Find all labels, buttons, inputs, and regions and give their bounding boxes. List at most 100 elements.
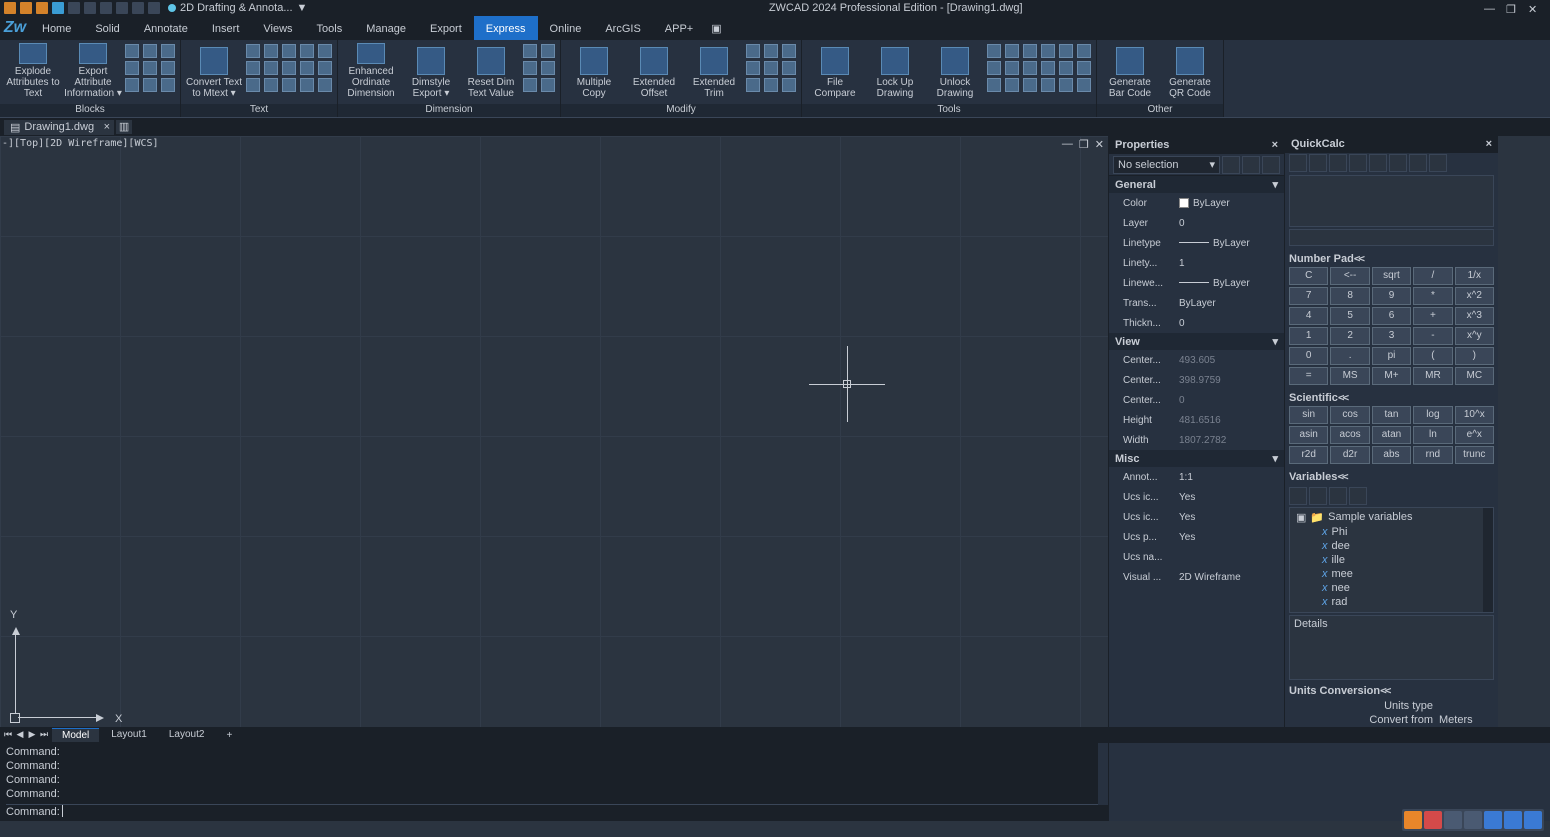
small-tool-button[interactable]	[142, 43, 158, 59]
extended-offset-button[interactable]: ExtendedOffset	[625, 43, 683, 101]
variable-item[interactable]: xdee	[1294, 539, 1489, 553]
small-tool-button[interactable]	[263, 60, 279, 76]
extended-trim-button[interactable]: ExtendedTrim	[685, 43, 743, 101]
close-icon[interactable]: ×	[1272, 139, 1278, 151]
qat-icon[interactable]	[20, 2, 32, 14]
property-value[interactable]: ByLayer	[1173, 238, 1278, 249]
close-viewport[interactable]: ✕	[1095, 138, 1104, 151]
small-tool-button[interactable]	[299, 43, 315, 59]
qat-icon[interactable]	[4, 2, 16, 14]
property-value[interactable]: 2D Wireframe	[1173, 572, 1278, 583]
property-value[interactable]: 1:1	[1173, 472, 1278, 483]
small-tool-button[interactable]	[522, 43, 538, 59]
property-row[interactable]: Ucs na...	[1109, 547, 1284, 567]
small-tool-button[interactable]	[299, 77, 315, 93]
drawing-canvas[interactable]: -][Top][2D Wireframe][WCS] — ❐ ✕ X Y	[0, 136, 1108, 727]
numpad-section-header[interactable]: Number Pad<<	[1285, 250, 1498, 267]
numpad-button[interactable]: 0	[1289, 347, 1328, 365]
numpad-button[interactable]: 4	[1289, 307, 1328, 325]
dimstyle-export-button[interactable]: DimstyleExport ▾	[402, 43, 460, 101]
numpad-button[interactable]: 5	[1330, 307, 1369, 325]
multiple-copy-button[interactable]: MultipleCopy	[565, 43, 623, 101]
property-value[interactable]: 1	[1173, 258, 1278, 269]
property-value[interactable]: Yes	[1173, 532, 1278, 543]
numpad-button[interactable]: MC	[1455, 367, 1494, 385]
numpad-button[interactable]: 9	[1372, 287, 1411, 305]
property-row[interactable]: LinetypeByLayer	[1109, 233, 1284, 253]
numpad-button[interactable]: x^3	[1455, 307, 1494, 325]
sci-button[interactable]: abs	[1372, 446, 1411, 464]
tab-views[interactable]: Views	[251, 16, 304, 40]
small-tool-button[interactable]	[1004, 43, 1020, 59]
property-row[interactable]: ColorByLayer	[1109, 193, 1284, 213]
property-value[interactable]: ByLayer	[1173, 278, 1278, 289]
small-tool-button[interactable]	[1058, 77, 1074, 93]
small-tool-button[interactable]	[1040, 60, 1056, 76]
command-input-line[interactable]: Command:	[6, 804, 1102, 819]
property-row[interactable]: Linewe...ByLayer	[1109, 273, 1284, 293]
property-row[interactable]: Trans...ByLayer	[1109, 293, 1284, 313]
variable-item[interactable]: xrad	[1294, 595, 1489, 609]
add-layout-tab[interactable]: +	[216, 729, 242, 742]
small-tool-button[interactable]	[1004, 60, 1020, 76]
small-tool-button[interactable]	[1076, 43, 1092, 59]
sci-button[interactable]: rnd	[1413, 446, 1452, 464]
small-tool-button[interactable]	[763, 77, 779, 93]
small-tool-button[interactable]	[522, 60, 538, 76]
qat-icon[interactable]	[132, 2, 144, 14]
explode-attributes-button[interactable]: ExplodeAttributes to Text	[4, 43, 62, 101]
layout-tab-model[interactable]: Model	[52, 728, 99, 742]
small-tool-button[interactable]	[281, 60, 297, 76]
numpad-button[interactable]: M+	[1372, 367, 1411, 385]
minimize-button[interactable]: —	[1484, 3, 1498, 13]
property-section-view[interactable]: View▾	[1109, 333, 1284, 350]
sci-button[interactable]: acos	[1330, 426, 1369, 444]
numpad-button[interactable]: =	[1289, 367, 1328, 385]
ime-icon[interactable]	[1504, 811, 1522, 829]
numpad-button[interactable]: MS	[1330, 367, 1369, 385]
numpad-button[interactable]: 2	[1330, 327, 1369, 345]
numpad-button[interactable]: 3	[1372, 327, 1411, 345]
property-value[interactable]: 0	[1173, 218, 1278, 229]
ime-icon[interactable]	[1464, 811, 1482, 829]
qc-angle-icon[interactable]	[1389, 154, 1407, 172]
nav-next-icon[interactable]: ▶	[26, 729, 38, 741]
small-tool-button[interactable]	[299, 60, 315, 76]
workspace-selector[interactable]: 2D Drafting & Annota... ▼	[168, 2, 307, 14]
numpad-button[interactable]: +	[1413, 307, 1452, 325]
quick-select-icon[interactable]	[1262, 156, 1280, 174]
property-row[interactable]: Ucs p...Yes	[1109, 527, 1284, 547]
sci-button[interactable]: ln	[1413, 426, 1452, 444]
small-tool-button[interactable]	[986, 77, 1002, 93]
nav-last-icon[interactable]: ⏭	[38, 729, 50, 741]
qc-input[interactable]	[1289, 229, 1494, 246]
selection-combo[interactable]: No selection ▾	[1113, 156, 1220, 174]
minimize-viewport[interactable]: —	[1062, 138, 1073, 151]
numpad-button[interactable]: 6	[1372, 307, 1411, 325]
scrollbar[interactable]	[1483, 508, 1493, 612]
small-tool-button[interactable]	[540, 77, 556, 93]
document-tab[interactable]: ▤ Drawing1.dwg ×	[4, 120, 114, 135]
small-tool-button[interactable]	[1040, 43, 1056, 59]
pick-add-icon[interactable]	[1222, 156, 1240, 174]
var-calc-icon[interactable]	[1349, 487, 1367, 505]
qc-help-icon[interactable]	[1429, 154, 1447, 172]
small-tool-button[interactable]	[781, 77, 797, 93]
small-tool-button[interactable]	[522, 77, 538, 93]
property-value[interactable]: ByLayer	[1173, 198, 1278, 209]
reset-dim-button[interactable]: Reset DimText Value	[462, 43, 520, 101]
small-tool-button[interactable]	[1022, 60, 1038, 76]
qat-icon[interactable]	[84, 2, 96, 14]
qc-history-icon[interactable]	[1309, 154, 1327, 172]
small-tool-button[interactable]	[1058, 43, 1074, 59]
close-tab-icon[interactable]: ×	[104, 121, 110, 133]
tab-solid[interactable]: Solid	[83, 16, 131, 40]
qc-getcoords-icon[interactable]	[1349, 154, 1367, 172]
sci-button[interactable]: atan	[1372, 426, 1411, 444]
convert-text-button[interactable]: Convert Textto Mtext ▾	[185, 43, 243, 101]
small-tool-button[interactable]	[986, 60, 1002, 76]
small-tool-button[interactable]	[245, 60, 261, 76]
small-tool-button[interactable]	[317, 60, 333, 76]
tab-tools[interactable]: Tools	[305, 16, 355, 40]
scientific-section-header[interactable]: Scientific<<	[1285, 389, 1498, 406]
